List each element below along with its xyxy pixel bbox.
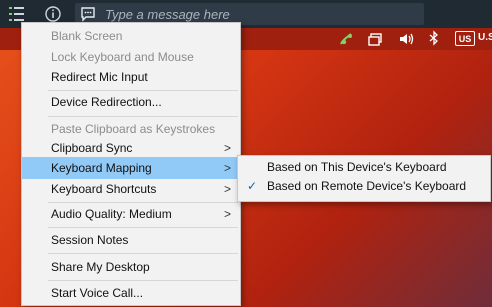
menu-item-start-voice-call[interactable]: Start Voice Call... [22, 282, 240, 304]
session-menu-icon[interactable] [8, 5, 26, 23]
network-status-icon[interactable] [338, 30, 354, 48]
volume-icon[interactable] [398, 30, 416, 48]
menu-item-redirect-mic[interactable]: Redirect Mic Input [22, 66, 240, 88]
chevron-right-icon: > [223, 141, 231, 155]
keyboard-mapping-submenu: Based on This Device's Keyboard ✓ Based … [237, 155, 491, 202]
display-icon[interactable] [368, 30, 384, 48]
menu-item-lock-keyboard-mouse[interactable]: Lock Keyboard and Mouse [22, 46, 240, 68]
info-icon[interactable] [44, 5, 62, 23]
bluetooth-icon[interactable] [428, 30, 440, 48]
language-code-badge[interactable]: US [455, 31, 475, 46]
chevron-right-icon: > [223, 207, 231, 221]
chat-icon [81, 7, 95, 22]
menu-separator [48, 280, 238, 281]
session-context-menu: Blank Screen Lock Keyboard and Mouse Red… [21, 22, 241, 306]
menu-item-blank-screen[interactable]: Blank Screen [22, 25, 240, 47]
menu-item-keyboard-shortcuts[interactable]: Keyboard Shortcuts > [22, 178, 240, 200]
menu-item-share-desktop[interactable]: Share My Desktop [22, 256, 240, 278]
menu-item-session-notes[interactable]: Session Notes [22, 229, 240, 251]
submenu-item-remote-device-keyboard[interactable]: ✓ Based on Remote Device's Keyboard [238, 177, 490, 196]
menu-item-keyboard-mapping[interactable]: Keyboard Mapping > [22, 157, 240, 179]
menu-separator [48, 116, 238, 117]
submenu-item-this-device-keyboard[interactable]: Based on This Device's Keyboard [238, 158, 490, 177]
checkmark-icon: ✓ [247, 179, 258, 193]
menu-separator [48, 227, 238, 228]
menu-item-audio-quality[interactable]: Audio Quality: Medium > [22, 203, 240, 225]
chevron-right-icon: > [223, 161, 231, 175]
menu-item-device-redirection[interactable]: Device Redirection... [22, 91, 240, 113]
chevron-right-icon: > [223, 182, 231, 196]
menu-item-clipboard-sync[interactable]: Clipboard Sync > [22, 137, 240, 159]
message-input[interactable] [103, 5, 407, 23]
language-suffix: U.S [478, 32, 492, 43]
menu-separator [48, 253, 238, 254]
